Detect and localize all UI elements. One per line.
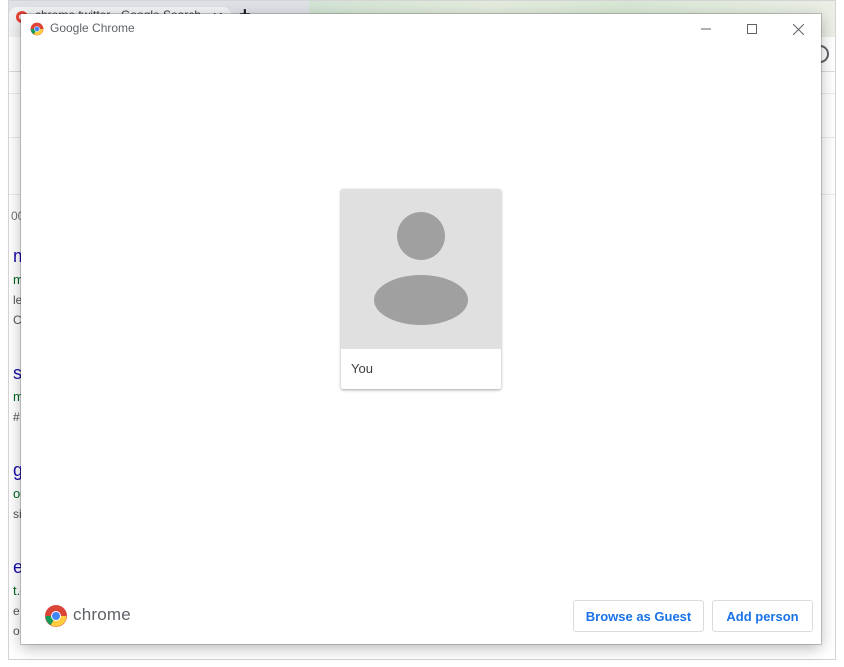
background-result-snippet: e [13, 604, 20, 618]
chrome-wordmark: chrome [73, 605, 131, 624]
close-button[interactable] [775, 14, 821, 44]
avatar [341, 189, 501, 349]
chrome-logo-icon [45, 605, 67, 627]
title-bar[interactable]: Google Chrome [21, 14, 821, 44]
background-result-snippet: o [13, 624, 20, 638]
window-title: Google Chrome [50, 21, 135, 35]
profile-card-you[interactable]: You [341, 189, 501, 389]
screen: chrome twitter - Google Search ✕ + 00 m … [0, 0, 844, 667]
browse-as-guest-button[interactable]: Browse as Guest [573, 600, 704, 632]
profile-picker-dialog: Google Chrome You chrome Browse as Guest… [21, 14, 821, 644]
minimize-icon [701, 28, 711, 30]
close-icon [792, 23, 804, 35]
avatar-silhouette-icon [374, 212, 468, 325]
add-person-button[interactable]: Add person [712, 600, 813, 632]
minimize-button[interactable] [683, 14, 729, 44]
maximize-icon [747, 24, 757, 34]
profile-name: You [351, 361, 373, 376]
maximize-button[interactable] [729, 14, 775, 44]
background-result-snippet: # [13, 410, 20, 424]
chrome-logo-icon [30, 22, 44, 36]
